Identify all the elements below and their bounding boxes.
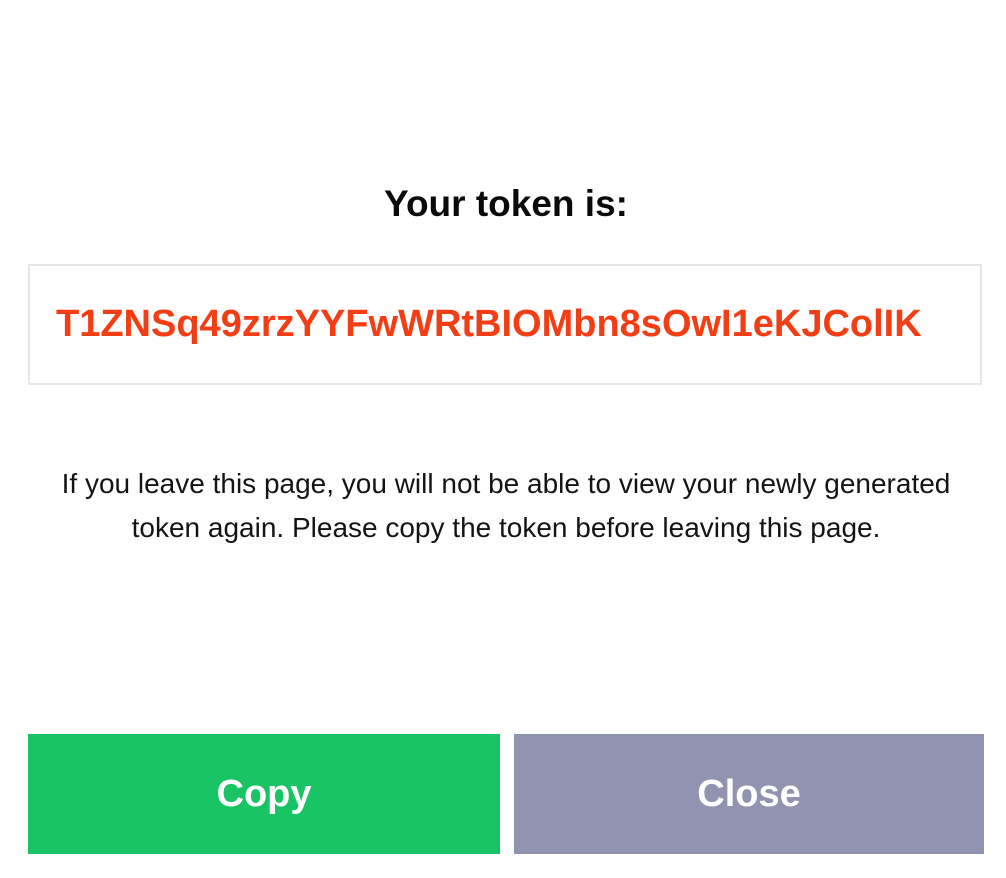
warning-message: If you leave this page, you will not be … [61, 468, 951, 543]
close-button[interactable]: Close [514, 734, 984, 854]
token-value[interactable]: T1ZNSq49zrzYYFwWRtBIOMbn8sOwI1eKJColIK [56, 303, 956, 346]
copy-button[interactable]: Copy [28, 734, 500, 854]
dialog-title: Your token is: [384, 183, 628, 224]
token-display-box: T1ZNSq49zrzYYFwWRtBIOMbn8sOwI1eKJColIK [28, 264, 982, 385]
